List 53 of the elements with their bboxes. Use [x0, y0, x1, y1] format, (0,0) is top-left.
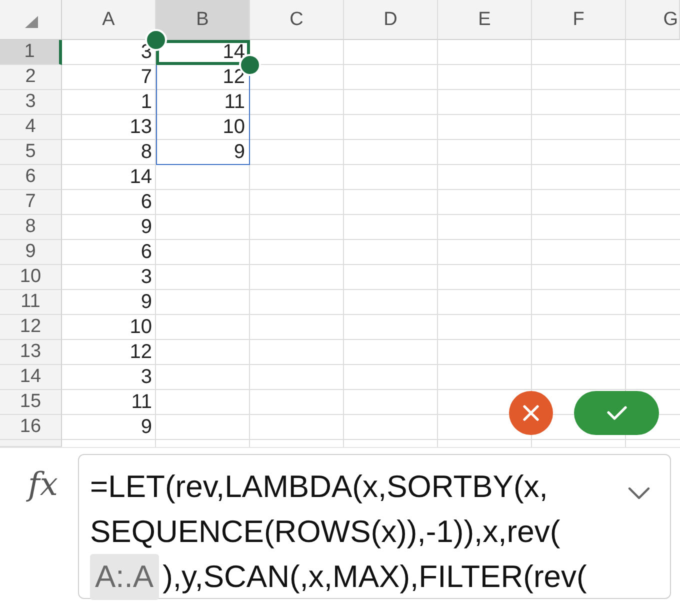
table-cell[interactable]: 3	[62, 365, 156, 390]
chevron-down-icon[interactable]	[628, 487, 650, 500]
close-icon	[523, 405, 539, 421]
table-cell[interactable]: 11	[62, 390, 156, 415]
row-header[interactable]: 3	[0, 90, 62, 115]
row-header[interactable]: 2	[0, 65, 62, 90]
formula-text: SEQUENCE(ROWS(x)),-1)),x,rev(	[90, 513, 560, 551]
column-header[interactable]: A	[62, 0, 156, 40]
confirm-button[interactable]	[574, 391, 659, 435]
triangle-icon	[25, 16, 38, 28]
table-cell[interactable]: 11	[156, 90, 250, 115]
table-cell[interactable]: 10	[62, 315, 156, 340]
row-header[interactable]: 11	[0, 290, 62, 315]
column-header[interactable]: G	[626, 0, 680, 40]
select-all-button[interactable]	[0, 0, 62, 40]
table-cell[interactable]: 6	[62, 240, 156, 265]
table-cell[interactable]: 9	[62, 290, 156, 315]
formula-text: ),y,SCAN(,x,MAX),FILTER(rev(	[162, 558, 587, 596]
row-header[interactable]: 1	[0, 40, 62, 65]
table-cell[interactable]: 8	[62, 140, 156, 165]
column-header[interactable]: D	[344, 0, 438, 40]
row-header[interactable]: 4	[0, 115, 62, 140]
column-header[interactable]: C	[250, 0, 344, 40]
formula-field[interactable]: =LET(rev,LAMBDA(x,SORTBY(x, SEQUENCE(ROWS(x)),-1)),x,rev( A:.A ),y,SCAN(,x,MAX),FILTER(rev(	[78, 454, 671, 599]
table-cell[interactable]: 9	[62, 215, 156, 240]
table-cell[interactable]: 1	[62, 90, 156, 115]
check-icon	[606, 406, 626, 420]
row-header[interactable]: 7	[0, 190, 62, 215]
row-header[interactable]: 9	[0, 240, 62, 265]
column-header[interactable]: F	[532, 0, 626, 40]
row-header[interactable]: 15	[0, 390, 62, 415]
row-header[interactable]: 5	[0, 140, 62, 165]
table-cell[interactable]: 6	[62, 190, 156, 215]
insert-function-button[interactable]: fx	[0, 466, 78, 502]
table-cell[interactable]: 9	[62, 415, 156, 440]
column-header[interactable]: B	[156, 0, 250, 40]
table-cell[interactable]: 7	[62, 65, 156, 90]
cell-reference-chip: A:.A	[90, 554, 159, 600]
row-header[interactable]: 10	[0, 265, 62, 290]
row-header[interactable]: 16	[0, 415, 62, 440]
formula-text: =LET(rev,LAMBDA(x,SORTBY(x,	[90, 468, 548, 506]
table-cell[interactable]: 3	[62, 265, 156, 290]
row-header[interactable]: 14	[0, 365, 62, 390]
column-header[interactable]: E	[438, 0, 532, 40]
row-header[interactable]: 8	[0, 215, 62, 240]
table-cell[interactable]: 14	[62, 165, 156, 190]
row-header[interactable]: 13	[0, 340, 62, 365]
table-cell[interactable]: 13	[62, 115, 156, 140]
row-header[interactable]: 6	[0, 165, 62, 190]
table-cell[interactable]: 12	[62, 340, 156, 365]
table-cell[interactable]: 10	[156, 115, 250, 140]
table-cell[interactable]: 9	[156, 140, 250, 165]
row-header[interactable]: 12	[0, 315, 62, 340]
